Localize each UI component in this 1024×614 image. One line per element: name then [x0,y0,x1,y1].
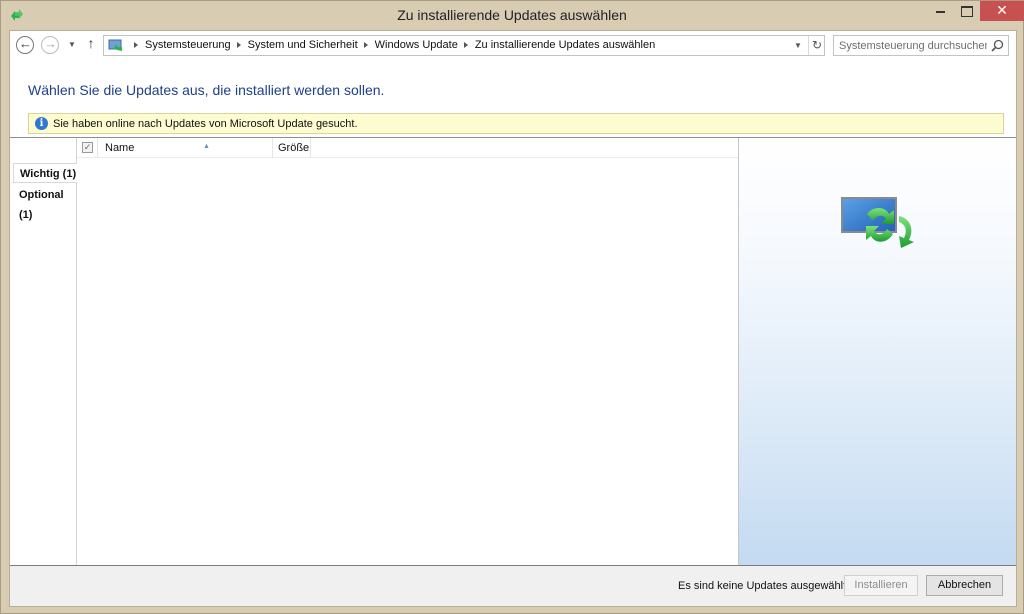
column-header-name[interactable]: Name ▲ [97,138,273,158]
install-button[interactable]: Installieren [844,575,918,596]
sort-ascending-icon: ▲ [203,143,210,150]
category-list: Wichtig (1) Optional (1) [10,138,77,565]
info-bar: i Sie haben online nach Updates von Micr… [28,113,1004,134]
address-bar[interactable]: Systemsteuerung System und Sicherheit Wi… [103,35,825,56]
info-message: Sie haben online nach Updates von Micros… [53,118,358,130]
info-icon: i [35,117,48,130]
window: Zu installierende Updates auswählen ✕ ▼ … [0,0,1024,614]
navigation-bar: ▼ ↑ Systemsteuerung System und Sicherhei… [10,31,1016,61]
title-bar[interactable]: Zu installierende Updates auswählen ✕ [1,1,1024,29]
breadcrumb-item-system-und-sicherheit[interactable]: System und Sicherheit [248,39,358,51]
close-button[interactable]: ✕ [980,1,1024,21]
recent-pages-chevron-icon[interactable]: ▼ [66,37,78,53]
column-header-size[interactable]: Größe [273,138,311,158]
category-tab-optional[interactable]: Optional (1) [13,185,77,221]
table-header: ✓ Name ▲ Größe [77,138,738,158]
updates-table: ✓ Name ▲ Größe [77,138,738,565]
search-box[interactable] [833,35,1009,56]
details-pane [738,138,1016,565]
search-input[interactable] [839,38,987,53]
windows-update-large-icon [841,197,914,248]
breadcrumb-item-windows-update[interactable]: Windows Update [375,39,458,51]
breadcrumb-item-systemsteuerung[interactable]: Systemsteuerung [145,39,231,51]
cancel-button[interactable]: Abbrechen [926,575,1003,596]
back-arrow-icon[interactable] [16,36,34,54]
close-icon: ✕ [996,2,1008,18]
status-text: Es sind keine Updates ausgewählt. [678,580,850,592]
minimize-button[interactable] [927,1,953,21]
page-title: Wählen Sie die Updates aus, die installi… [28,82,385,98]
breadcrumb-separator-icon[interactable] [236,42,241,48]
breadcrumb-separator-icon[interactable] [463,42,468,48]
control-panel-icon [108,39,122,51]
client-area: ▼ ↑ Systemsteuerung System und Sicherhei… [9,30,1017,607]
search-icon[interactable] [991,39,1004,52]
up-arrow-icon[interactable]: ↑ [84,35,98,53]
breadcrumb: Systemsteuerung System und Sicherheit Wi… [128,39,655,51]
forward-arrow-icon[interactable] [41,36,59,54]
address-dropdown-chevron-icon[interactable]: ▼ [794,39,804,53]
maximize-button[interactable] [953,1,979,21]
column-header-name-label: Name [105,142,135,154]
breadcrumb-separator-icon[interactable] [363,42,368,48]
window-title: Zu installierende Updates auswählen [397,7,627,23]
select-all-checkbox[interactable]: ✓ [82,142,93,153]
category-tab-wichtig[interactable]: Wichtig (1) [13,163,77,183]
breadcrumb-separator-icon[interactable] [134,42,138,48]
footer-bar: Es sind keine Updates ausgewählt. Instal… [10,565,1016,606]
refresh-icon[interactable]: ↻ [808,36,825,55]
breadcrumb-item-current[interactable]: Zu installierende Updates auswählen [475,39,655,51]
